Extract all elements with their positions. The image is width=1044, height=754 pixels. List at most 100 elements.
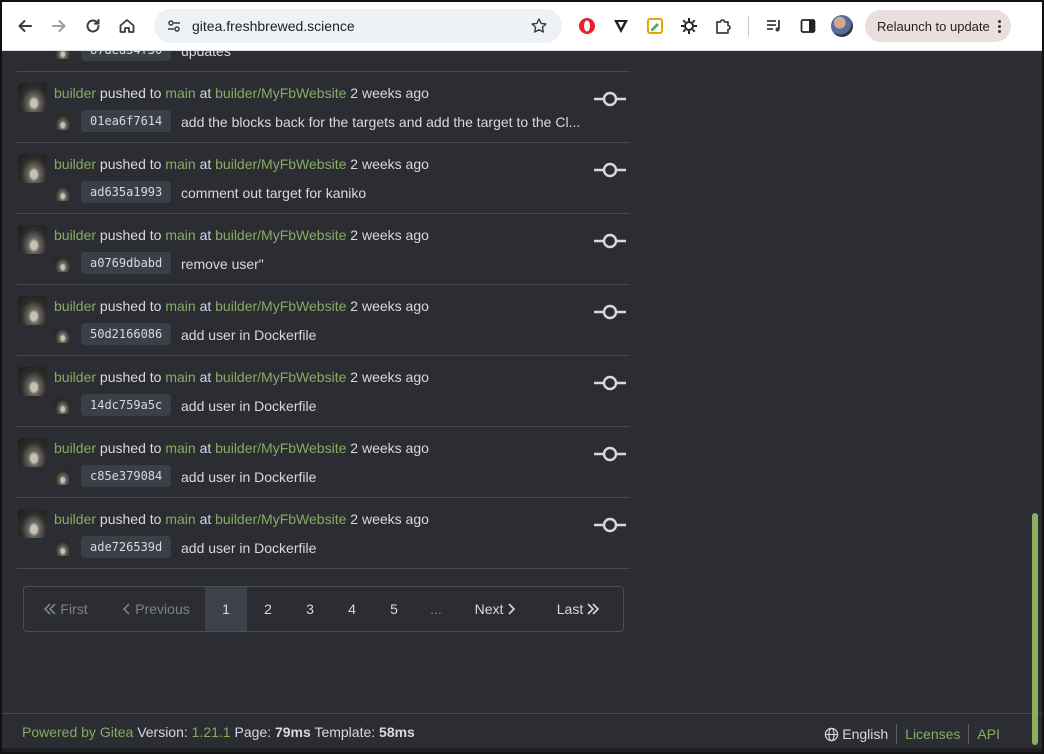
commit-author-avatar[interactable] — [54, 51, 70, 59]
commit-author-avatar[interactable] — [54, 185, 70, 201]
feed-item: builder pushed to main at builder/MyFbWe… — [17, 498, 630, 569]
user-link[interactable]: builder — [54, 298, 96, 314]
next-page-button[interactable]: Next — [457, 587, 537, 631]
puzzle-extensions-icon[interactable] — [706, 9, 740, 43]
page-4-button[interactable]: 4 — [331, 587, 373, 631]
arrow-right-icon — [52, 20, 66, 32]
feed-item: builder pushed to main at builder/MyFbWe… — [17, 285, 630, 356]
reload-button[interactable] — [76, 9, 110, 43]
chevron-right-icon — [508, 603, 516, 615]
repo-link[interactable]: builder/MyFbWebsite — [215, 227, 346, 243]
git-commit-icon — [594, 91, 626, 107]
commit-author-avatar[interactable] — [54, 256, 70, 272]
user-link[interactable]: builder — [54, 369, 96, 385]
git-commit-icon — [594, 517, 626, 533]
commit-author-avatar[interactable] — [54, 327, 70, 343]
commit-message: add the blocks back for the targets and … — [181, 114, 581, 130]
bookmark-star-icon[interactable] — [530, 17, 548, 40]
color-picker-extension-icon[interactable] — [638, 9, 672, 43]
action-text: pushed to — [99, 440, 162, 456]
repo-link[interactable]: builder/MyFbWebsite — [215, 298, 346, 314]
feed-item: builder pushed to main at builder/MyFbWe… — [17, 143, 630, 214]
branch-link[interactable]: main — [165, 156, 195, 172]
branch-link[interactable]: main — [165, 85, 195, 101]
branch-link[interactable]: main — [165, 369, 195, 385]
side-panel-icon[interactable] — [791, 9, 825, 43]
commit-message: add user in Dockerfile — [181, 469, 317, 485]
page-5-button[interactable]: 5 — [373, 587, 415, 631]
media-queue-icon[interactable] — [757, 9, 791, 43]
commit-message: add user in Dockerfile — [181, 398, 317, 414]
user-link[interactable]: builder — [54, 227, 96, 243]
user-link[interactable]: builder — [54, 85, 96, 101]
toolbar-separator — [748, 16, 749, 36]
avatar[interactable] — [18, 154, 47, 183]
repo-link[interactable]: builder/MyFbWebsite — [215, 511, 346, 527]
branch-link[interactable]: main — [165, 440, 195, 456]
avatar[interactable] — [18, 83, 47, 112]
double-chevron-left-icon — [44, 603, 56, 615]
avatar[interactable] — [18, 225, 47, 254]
branch-link[interactable]: main — [165, 298, 195, 314]
avatar[interactable] — [18, 438, 47, 467]
commit-sha[interactable]: 87dea34f30 — [81, 51, 172, 61]
page-2-button[interactable]: 2 — [247, 587, 289, 631]
page-content: 87dea34f30 updates builder pushed to mai… — [2, 51, 1042, 752]
previous-page-button[interactable]: Previous — [104, 587, 205, 631]
api-link[interactable]: API — [977, 726, 1000, 742]
more-menu-icon[interactable] — [997, 19, 1001, 33]
home-button[interactable] — [110, 9, 144, 43]
at-text: at — [199, 369, 212, 385]
commit-sha[interactable]: a0769dbabd — [81, 252, 172, 274]
page-1-button[interactable]: 1 — [205, 587, 247, 631]
repo-link[interactable]: builder/MyFbWebsite — [215, 440, 346, 456]
repo-link[interactable]: builder/MyFbWebsite — [215, 85, 346, 101]
commit-sha[interactable]: c85e379084 — [81, 465, 172, 487]
commit-sha[interactable]: 14dc759a5c — [81, 394, 172, 416]
extensions-area: Relaunch to update — [570, 9, 1011, 43]
arrow-left-icon — [18, 20, 32, 32]
licenses-link[interactable]: Licenses — [905, 726, 960, 742]
address-bar[interactable]: gitea.freshbrewed.science — [154, 9, 562, 43]
time-text: 2 weeks ago — [350, 440, 429, 456]
relaunch-button[interactable]: Relaunch to update — [865, 10, 1011, 42]
commit-sha[interactable]: ade726539d — [81, 536, 172, 558]
avatar[interactable] — [18, 296, 47, 325]
profile-avatar[interactable] — [831, 15, 853, 37]
repo-link[interactable]: builder/MyFbWebsite — [215, 156, 346, 172]
commit-sha[interactable]: ad635a1993 — [81, 181, 172, 203]
feed-item: builder pushed to main at builder/MyFbWe… — [17, 72, 630, 143]
user-link[interactable]: builder — [54, 511, 96, 527]
powered-by-link[interactable]: Powered by Gitea — [22, 724, 133, 740]
commit-author-avatar[interactable] — [54, 114, 70, 130]
sun-extension-icon[interactable] — [672, 9, 706, 43]
git-commit-icon — [594, 162, 626, 178]
user-link[interactable]: builder — [54, 156, 96, 172]
back-button[interactable] — [8, 9, 42, 43]
language-selector[interactable]: English — [824, 726, 888, 742]
avatar[interactable] — [18, 367, 47, 396]
last-page-button[interactable]: Last — [537, 587, 623, 631]
page-3-button[interactable]: 3 — [289, 587, 331, 631]
action-text: pushed to — [99, 298, 162, 314]
first-page-button[interactable]: First — [24, 587, 104, 631]
forward-button[interactable] — [42, 9, 76, 43]
user-link[interactable]: builder — [54, 440, 96, 456]
version-link[interactable]: 1.21.1 — [192, 724, 231, 740]
commit-sha[interactable]: 50d2166086 — [81, 323, 172, 345]
avatar[interactable] — [18, 509, 47, 538]
commit-author-avatar[interactable] — [54, 469, 70, 485]
pagination: First Previous 1 2 3 4 5 ... Next Last — [23, 586, 624, 632]
site-info-icon[interactable] — [164, 16, 184, 36]
vivaldi-extension-icon[interactable] — [604, 9, 638, 43]
git-commit-icon — [594, 375, 626, 391]
scrollbar-thumb[interactable] — [1032, 513, 1038, 745]
commit-author-avatar[interactable] — [54, 540, 70, 556]
repo-link[interactable]: builder/MyFbWebsite — [215, 369, 346, 385]
branch-link[interactable]: main — [165, 511, 195, 527]
branch-link[interactable]: main — [165, 227, 195, 243]
commit-author-avatar[interactable] — [54, 398, 70, 414]
opera-extension-icon[interactable] — [570, 9, 604, 43]
url-text[interactable]: gitea.freshbrewed.science — [192, 18, 355, 34]
commit-sha[interactable]: 01ea6f7614 — [81, 110, 172, 132]
